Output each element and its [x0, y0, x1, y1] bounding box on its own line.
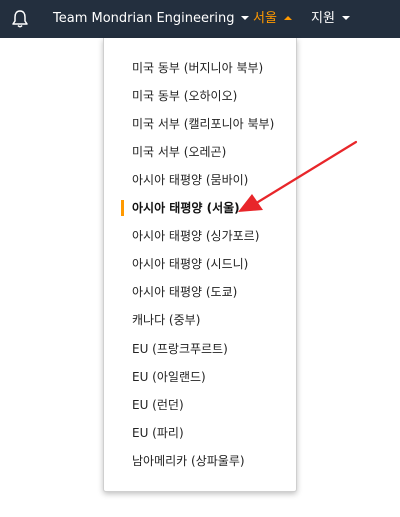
- region-item-ap-northeast-1[interactable]: 아시아 태평양 (도쿄): [132, 284, 237, 300]
- region-item-ap-south-1[interactable]: 아시아 태평양 (뭄바이): [132, 172, 248, 188]
- region-item-eu-west-1[interactable]: EU (아일랜드): [132, 369, 206, 385]
- top-navigation-bar: Team Mondrian Engineering 서울 지원: [0, 0, 400, 38]
- region-item-us-west-2[interactable]: 미국 서부 (오레곤): [132, 144, 226, 160]
- selected-region-indicator: [121, 200, 124, 216]
- region-menu-label: 서울: [253, 11, 277, 26]
- chevron-down-icon: [241, 15, 250, 20]
- region-item-eu-west-2[interactable]: EU (런던): [132, 397, 184, 413]
- region-item-eu-central-1[interactable]: EU (프랑크푸르트): [132, 341, 228, 357]
- region-item-ap-northeast-2[interactable]: 아시아 태평양 (서울): [132, 200, 240, 216]
- region-dropdown: 미국 동부 (버지니아 북부) 미국 동부 (오하이오) 미국 서부 (캘리포니…: [103, 38, 297, 492]
- region-item-eu-west-3[interactable]: EU (파리): [132, 425, 184, 441]
- region-item-us-west-1[interactable]: 미국 서부 (캘리포니아 북부): [132, 116, 274, 132]
- region-menu[interactable]: 서울: [253, 0, 292, 38]
- region-item-ca-central-1[interactable]: 캐나다 (중부): [132, 312, 200, 328]
- region-item-us-east-2[interactable]: 미국 동부 (오하이오): [132, 88, 237, 104]
- chevron-up-icon: [283, 15, 292, 20]
- support-menu[interactable]: 지원: [311, 0, 350, 38]
- account-menu[interactable]: Team Mondrian Engineering: [53, 0, 250, 38]
- region-item-ap-southeast-2[interactable]: 아시아 태평양 (시드니): [132, 256, 248, 272]
- bell-icon[interactable]: [11, 9, 29, 29]
- chevron-down-icon: [341, 15, 350, 20]
- account-menu-label: Team Mondrian Engineering: [53, 11, 235, 26]
- support-menu-label: 지원: [311, 11, 335, 26]
- region-item-ap-southeast-1[interactable]: 아시아 태평양 (싱가포르): [132, 228, 259, 244]
- region-item-us-east-1[interactable]: 미국 동부 (버지니아 북부): [132, 60, 263, 76]
- region-item-sa-east-1[interactable]: 남아메리카 (상파울루): [132, 453, 245, 469]
